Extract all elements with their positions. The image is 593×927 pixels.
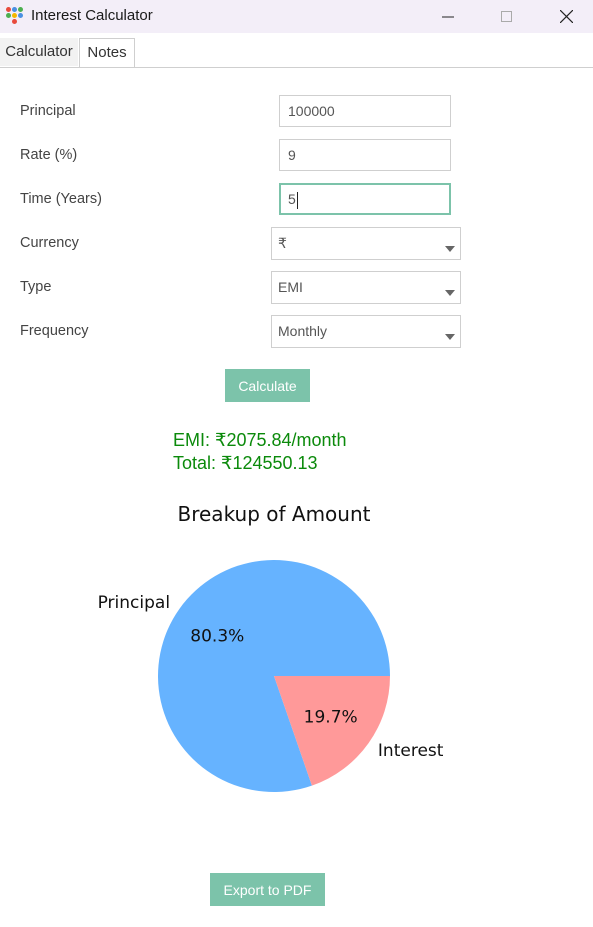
text-caret [296, 191, 298, 209]
frequency-select[interactable]: Monthly [271, 315, 461, 348]
window-title: Interest Calculator [31, 7, 153, 24]
principal-input[interactable]: 100000 [279, 95, 451, 127]
type-select-value: EMI [278, 279, 303, 295]
title-bar: Interest Calculator [0, 0, 593, 33]
currency-select[interactable]: ₹ [271, 227, 461, 260]
app-dots-icon [6, 7, 24, 25]
frequency-label: Frequency [20, 323, 89, 339]
minimize-button[interactable] [425, 0, 471, 33]
chevron-down-icon [445, 290, 455, 296]
maximize-icon [501, 10, 512, 22]
principal-label: Principal [20, 103, 76, 119]
export-pdf-button[interactable]: Export to PDF [210, 873, 325, 906]
pie-value-label-interest: 19.7% [304, 707, 358, 727]
time-input-value: 5 [288, 191, 296, 207]
currency-select-value: ₹ [278, 235, 287, 251]
minimize-icon [442, 16, 454, 17]
close-icon [559, 10, 573, 23]
emi-result: EMI: ₹2075.84/month [173, 430, 347, 450]
calculate-button[interactable]: Calculate [225, 369, 310, 402]
close-button[interactable] [543, 0, 589, 33]
pie-chart: 80.3% Principal 19.7% Interest [98, 560, 444, 792]
tab-bar: Calculator Notes [0, 33, 593, 68]
tab-calculator[interactable]: Calculator [0, 38, 78, 66]
chevron-down-icon [445, 334, 455, 340]
time-input[interactable]: 5 [279, 183, 451, 215]
rate-input[interactable]: 9 [279, 139, 451, 171]
chevron-down-icon [445, 246, 455, 252]
pie-category-label-principal: Principal [98, 593, 170, 613]
time-label: Time (Years) [20, 191, 102, 207]
rate-label: Rate (%) [20, 147, 78, 163]
frequency-select-value: Monthly [278, 323, 328, 339]
maximize-button[interactable] [484, 0, 530, 33]
pie-value-label-principal: 80.3% [190, 627, 244, 647]
currency-label: Currency [20, 235, 79, 251]
type-label: Type [20, 279, 52, 295]
tab-notes[interactable]: Notes [79, 38, 135, 67]
pie-category-label-interest: Interest [378, 741, 444, 761]
chart-title: Breakup of Amount [177, 502, 371, 526]
type-select[interactable]: EMI [271, 271, 461, 304]
total-result: Total: ₹124550.13 [173, 453, 318, 473]
